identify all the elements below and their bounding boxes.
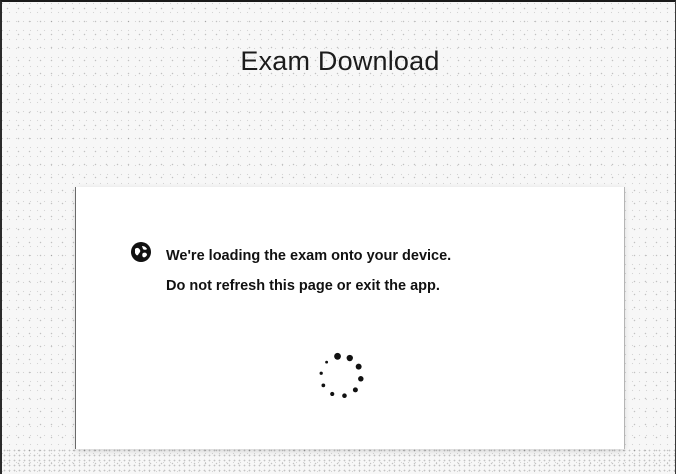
loading-message: We're loading the exam onto your device.… <box>130 241 451 301</box>
spinner-dot <box>325 360 329 364</box>
loading-message-line-2: Do not refresh this page or exit the app… <box>166 278 440 294</box>
spinner-dot <box>346 354 353 362</box>
spinner-dot <box>334 352 341 360</box>
spinner-dot <box>321 383 326 388</box>
spinner-dot <box>355 363 362 370</box>
spinner-dot <box>342 393 347 398</box>
globe-icon <box>131 242 151 262</box>
message-text: We're loading the exam onto your device.… <box>166 241 451 301</box>
loading-card: We're loading the exam onto your device.… <box>76 187 624 449</box>
page-title: Exam Download <box>240 46 440 76</box>
spinner-dot <box>352 387 358 393</box>
bottom-edge <box>2 448 675 474</box>
spinner-dot <box>319 371 323 375</box>
spinner-dot <box>358 376 364 382</box>
exam-download-screen: Exam Download We're loading the exam ont… <box>0 0 676 474</box>
loading-spinner-icon <box>319 352 364 398</box>
spinner-dot <box>330 391 335 397</box>
loading-message-line-1: We're loading the exam onto your device. <box>166 248 452 264</box>
